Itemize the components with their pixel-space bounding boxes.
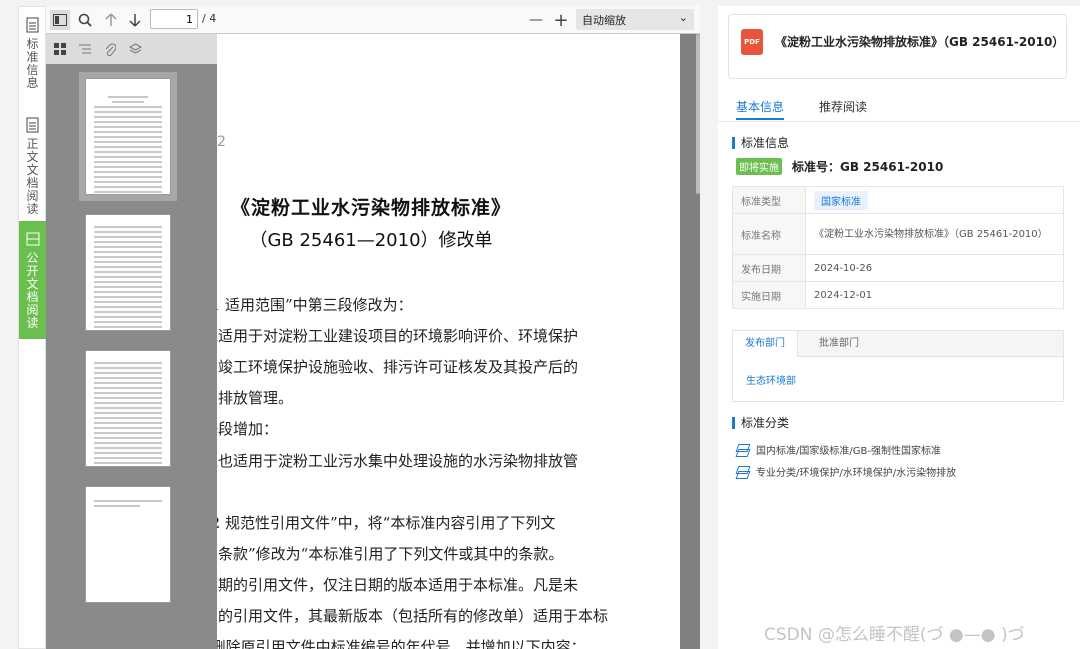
search-button[interactable]	[75, 10, 95, 30]
body-line: 注明日期的引用文件，仅注日期的版本适用于本标准。凡是未	[217, 576, 579, 594]
scrollbar[interactable]	[696, 34, 700, 194]
standard-type-tag[interactable]: 国家标准	[814, 190, 868, 210]
body-line: 本标准适用于对淀粉工业建设项目的环境影响评价、环境保护	[217, 327, 579, 345]
previous-page-button[interactable]	[101, 10, 121, 30]
side-tab-body-read[interactable]: 正文文档阅读	[19, 107, 46, 219]
body-line: 设计、竣工环境保护设施验收、排污许可证核发及其投产后的	[217, 358, 579, 376]
thumbnail-pane	[46, 64, 217, 649]
document-title: 《淀粉工业水污染物排放标准》	[230, 197, 511, 219]
minus-icon: —	[529, 12, 543, 28]
book-icon	[26, 232, 39, 246]
sidebar-icon	[53, 14, 67, 26]
row-key: 实施日期	[732, 281, 806, 309]
standard-title: 《淀粉工业水污染物排放标准》（GB 25461-2010）	[775, 35, 1065, 49]
page-thumbnail[interactable]	[85, 214, 171, 331]
side-tab-label: 公开文档阅读	[26, 251, 39, 330]
tab-divider	[718, 121, 1080, 122]
side-tab-bar: 标准信息 正文文档阅读 公开文档阅读	[18, 6, 46, 649]
row-key: 发布日期	[732, 254, 806, 282]
zoom-select[interactable]: 自动缩放 ⌄	[576, 9, 694, 30]
table-row: 实施日期 2024-12-01	[732, 281, 1064, 309]
category-label: 国内标准/国家级标准/GB-强制性国家标准	[756, 446, 941, 457]
tab-recommended-reading[interactable]: 推荐阅读	[819, 98, 867, 115]
grid-icon	[54, 43, 66, 55]
page-number-mark: 2	[217, 134, 226, 150]
table-row: 标准类型 国家标准	[732, 186, 1064, 214]
category-item[interactable]: 专业分类/环境保护/水环境保护/水污染物排放	[736, 464, 956, 479]
sidebar-view-bar	[46, 34, 217, 64]
arrow-down-icon	[129, 14, 141, 27]
document-page: 2 《淀粉工业水污染物排放标准》 （GB 25461—2010）修改单 一、“1…	[217, 34, 680, 649]
page-number-input[interactable]	[150, 9, 198, 29]
department-link[interactable]: 生态环境部	[746, 372, 796, 387]
attachments-view-button[interactable]	[100, 39, 120, 59]
standard-number: 标准号：GB 25461-2010	[792, 160, 944, 174]
body-line: 染物的排放管理。	[217, 389, 294, 407]
info-table: 标准类型 国家标准 标准名称 《淀粉工业水污染物排放标准》（GB 25461-2…	[732, 186, 1064, 309]
thumbnails-view-button[interactable]	[50, 39, 70, 59]
document-subtitle: （GB 25461—2010）修改单	[249, 230, 493, 251]
watermark: CSDN @怎么睡不醒(づ ●—● )づ	[764, 625, 1025, 645]
body-line: 其中的条款”修改为“本标准引用了下列文件或其中的条款。	[217, 545, 564, 563]
row-value: 《淀粉工业水污染物排放标准》（GB 25461-2010）	[805, 213, 1064, 255]
row-value: 2024-10-26	[805, 254, 1064, 282]
body-line: 本标准也适用于淀粉工业污水集中处理设施的水污染物排放管	[217, 452, 579, 470]
outline-view-button[interactable]	[75, 39, 95, 59]
side-tab-public-read[interactable]: 公开文档阅读	[19, 221, 46, 339]
page-thumbnail[interactable]	[85, 350, 171, 467]
category-item[interactable]: 国内标准/国家级标准/GB-强制性国家标准	[736, 442, 941, 457]
row-value: 2024-12-01	[805, 281, 1064, 309]
next-page-button[interactable]	[125, 10, 145, 30]
side-tab-label: 标准信息	[26, 37, 39, 90]
status-badge: 即将实施	[736, 158, 782, 175]
zoom-in-button[interactable]: +	[551, 9, 571, 31]
search-icon	[78, 13, 92, 27]
tab-basic-info[interactable]: 基本信息	[736, 98, 784, 115]
layers-icon	[736, 443, 750, 457]
zoom-out-button[interactable]: —	[526, 10, 546, 30]
side-tab-label: 正文文档阅读	[26, 137, 39, 216]
side-tab-standard-info[interactable]: 标准信息	[19, 7, 46, 107]
table-row: 标准名称 《淀粉工业水污染物排放标准》（GB 25461-2010）	[732, 213, 1064, 255]
info-panel: PDF 《淀粉工业水污染物排放标准》（GB 25461-2010） 基本信息 推…	[718, 6, 1080, 649]
layers-view-button[interactable]	[125, 39, 145, 59]
body-line: 注日期的引用文件，其最新版本（包括所有的修改单）适用于本标	[217, 607, 609, 625]
section-heading-category: 标准分类	[732, 417, 789, 429]
pdf-viewer: / 4 — + 自动缩放 ⌄	[46, 6, 700, 649]
document-icon	[26, 117, 38, 133]
zoom-select-value: 自动缩放	[582, 14, 626, 27]
category-label: 专业分类/环境保护/水环境保护/水污染物排放	[756, 468, 957, 479]
row-key: 标准类型	[732, 186, 806, 214]
section-heading-standard-info: 标准信息	[732, 137, 789, 149]
table-row: 发布日期 2024-10-26	[732, 254, 1064, 282]
plus-icon: +	[553, 9, 569, 31]
viewer-toolbar: / 4 — + 自动缩放 ⌄	[46, 6, 700, 34]
page-thumbnail[interactable]	[85, 486, 171, 603]
department-box: 发布部门 批准部门 生态环境部	[732, 330, 1064, 402]
row-key: 标准名称	[732, 213, 806, 255]
arrow-up-icon	[105, 13, 117, 26]
body-line: 一、“1 适用范围”中第三段修改为：	[217, 296, 413, 314]
chevron-down-icon: ⌄	[678, 11, 688, 24]
body-line: 准”，删除原引用文件中标准编号的年代号，并增加以下内容：	[217, 638, 586, 649]
list-icon	[79, 44, 91, 54]
document-icon	[26, 17, 38, 33]
page-count: / 4	[202, 12, 217, 25]
active-tab-indicator	[736, 118, 784, 120]
sidebar-toggle-button[interactable]	[50, 10, 70, 30]
department-tabs: 发布部门 批准部门	[733, 331, 1063, 357]
tab-issuing-department[interactable]: 发布部门	[733, 331, 798, 357]
title-card: PDF 《淀粉工业水污染物排放标准》（GB 25461-2010）	[728, 14, 1067, 79]
layers-icon	[128, 43, 142, 54]
paperclip-icon	[105, 42, 116, 56]
tab-approving-department[interactable]: 批准部门	[807, 331, 871, 357]
layers-icon	[736, 465, 750, 479]
body-line: 二、“2 规范性引用文件”中，将“本标准内容引用了下列文	[217, 514, 556, 532]
body-line: 最后一段增加：	[217, 420, 279, 438]
page-thumbnail[interactable]	[79, 72, 177, 201]
